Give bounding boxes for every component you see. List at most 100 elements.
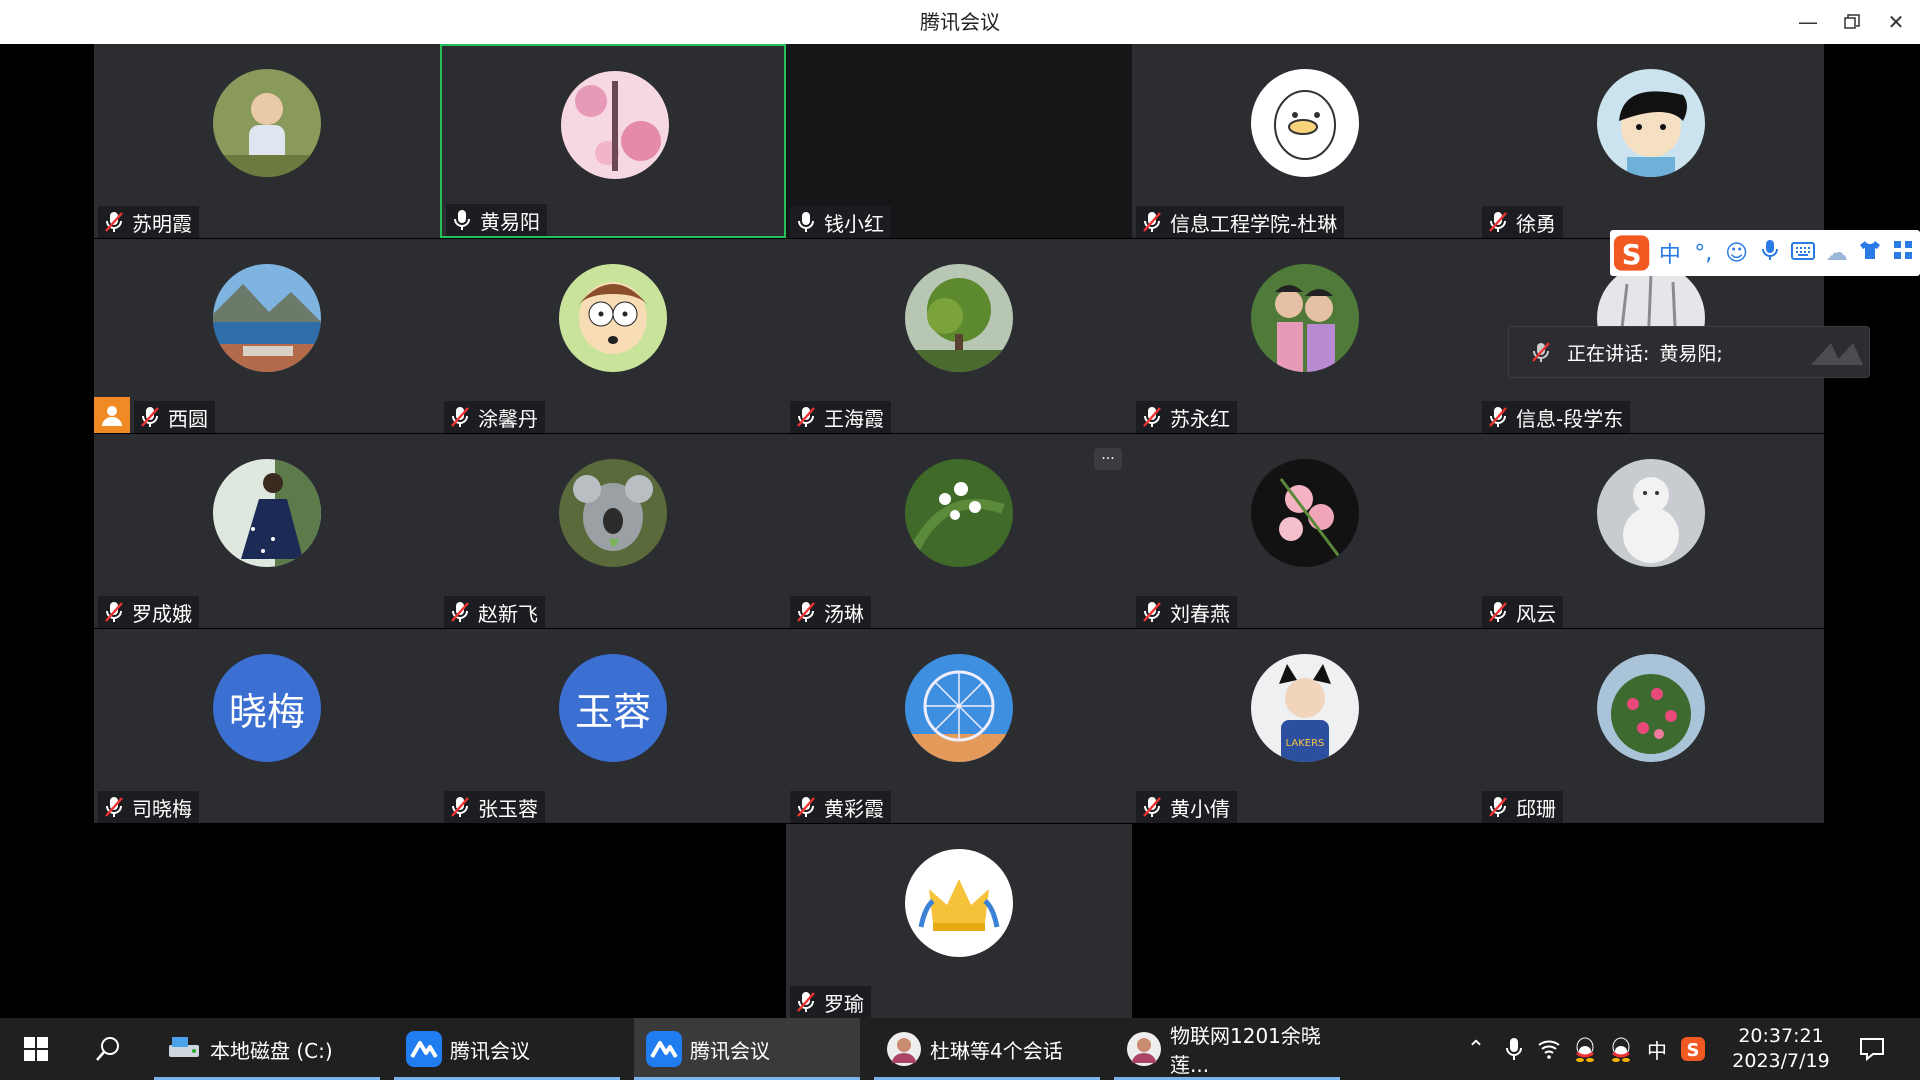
participant-tile[interactable]: 晓梅司晓梅 — [94, 629, 440, 823]
ime-punct[interactable]: °, — [1687, 241, 1720, 266]
ime-mode[interactable]: 中 — [1653, 237, 1686, 269]
windows-logo-icon — [24, 1037, 48, 1061]
taskbar-app[interactable]: 腾讯会议 — [394, 1018, 620, 1080]
ime-toolbar[interactable]: S 中 °, ☺ ☁ — [1610, 230, 1920, 276]
qq-icon[interactable] — [1570, 1018, 1600, 1080]
taskbar: 本地磁盘 (C:) 腾讯会议 腾讯会议 杜琳等4个会话 物联网1201余晓莲... ⌃ … — [0, 1018, 1920, 1080]
mic-muted-icon — [1486, 600, 1516, 624]
keyboard-icon[interactable] — [1787, 241, 1820, 266]
participant-name: 司晓梅 — [132, 796, 192, 821]
participant-tile[interactable]: 苏永红 — [1132, 239, 1478, 433]
mic-muted-icon — [1140, 405, 1170, 429]
taskbar-app[interactable]: 物联网1201余晓莲... — [1114, 1018, 1340, 1080]
voice-input-icon[interactable] — [1753, 238, 1786, 268]
start-button[interactable] — [14, 1018, 58, 1080]
participant-tile[interactable]: 风云 — [1478, 434, 1824, 628]
collapse-icon[interactable] — [1809, 337, 1865, 367]
svg-text:S: S — [1622, 240, 1642, 271]
clock-date: 2023/7/19 — [1732, 1050, 1830, 1072]
name-tag: 汤琳 — [790, 596, 871, 628]
name-tag: 黄小倩 — [1136, 791, 1237, 823]
name-tag: 信息-段学东 — [1482, 401, 1631, 433]
drive-icon — [166, 1031, 210, 1067]
name-tag: 黄彩霞 — [790, 791, 891, 823]
video-grid: 苏明霞 黄易阳 钱小红 信息工程学院-杜琳 徐勇西圆 涂馨丹 王海霞 苏永红 信息-段学东罗成娥… — [0, 44, 1920, 1018]
participant-name: 西圆 — [168, 406, 208, 431]
minimize-button[interactable]: — — [1786, 0, 1830, 44]
notification-button[interactable] — [1850, 1018, 1894, 1080]
name-tag: 王海霞 — [790, 401, 891, 433]
name-tag: 苏明霞 — [98, 206, 199, 238]
photo-snowman-icon — [1597, 459, 1705, 567]
participant-name: 刘春燕 — [1170, 601, 1230, 626]
sogou-tray-icon[interactable]: S — [1678, 1018, 1708, 1080]
participant-name: 黄易阳 — [480, 209, 540, 234]
name-tag: 涂馨丹 — [444, 401, 545, 433]
tray-mic-icon[interactable] — [1500, 1018, 1528, 1080]
restore-button[interactable] — [1830, 0, 1874, 44]
photo-flowers-girl-icon — [561, 71, 669, 179]
search-icon — [96, 1037, 119, 1061]
show-hidden-icons-button[interactable]: ⌃ — [1464, 1018, 1488, 1080]
mic-muted-icon — [448, 405, 478, 429]
mic-muted-icon — [794, 795, 824, 819]
participant-tile[interactable]: 苏明霞 — [94, 44, 440, 238]
participant-tile[interactable]: 黄彩霞 — [786, 629, 1132, 823]
taskbar-app[interactable]: 本地磁盘 (C:) — [154, 1018, 380, 1080]
search-button[interactable] — [86, 1018, 130, 1080]
name-tag: 信息工程学院-杜琳 — [1136, 206, 1345, 238]
participant-name: 张玉蓉 — [478, 796, 538, 821]
participant-tile[interactable]: 罗成娥 — [94, 434, 440, 628]
name-tag: 风云 — [1482, 596, 1563, 628]
name-tag: 钱小红 — [790, 206, 891, 238]
skin-icon[interactable] — [1853, 240, 1886, 266]
photo-lake-town-icon — [213, 264, 321, 372]
close-button[interactable]: ✕ — [1874, 0, 1918, 44]
participant-tile[interactable]: 玉蓉 张玉蓉 — [440, 629, 786, 823]
window-title: 腾讯会议 — [920, 10, 1000, 34]
photo-white-flowers-icon — [905, 459, 1013, 567]
participant-tile[interactable]: 钱小红 — [786, 44, 1132, 238]
taskbar-app-label: 物联网1201余晓莲... — [1170, 1024, 1321, 1077]
taskbar-app-label: 腾讯会议 — [690, 1038, 770, 1063]
network-icon[interactable] — [1534, 1018, 1564, 1080]
grid-menu-icon[interactable] — [1887, 240, 1920, 266]
name-tag: 罗瑜 — [790, 986, 871, 1018]
participant-name: 罗瑜 — [824, 991, 864, 1016]
avatar: 晓梅 — [213, 654, 321, 762]
cartoon-boy-icon — [1597, 69, 1705, 177]
qq-icon-2[interactable] — [1606, 1018, 1636, 1080]
mic-muted-icon — [448, 795, 478, 819]
participant-tile[interactable]: 邱珊 — [1478, 629, 1824, 823]
photo-woman-dress-icon — [213, 459, 321, 567]
taskbar-app[interactable]: 杜琳等4个会话 — [874, 1018, 1100, 1080]
participant-tile[interactable]: 西圆 — [94, 239, 440, 433]
mic-muted-icon — [1140, 210, 1170, 234]
clock[interactable]: 20:37:21 2023/7/19 — [1708, 1018, 1854, 1080]
participant-tile[interactable]: 黄易阳 — [440, 44, 786, 238]
mic-muted-icon — [1532, 342, 1550, 362]
toolbox-icon[interactable]: ☁ — [1820, 241, 1853, 266]
participant-tile[interactable]: 徐勇 — [1478, 44, 1824, 238]
participant-tile[interactable]: 王海霞 — [786, 239, 1132, 433]
photo-two-people-icon — [1251, 264, 1359, 372]
photo-koala-icon — [559, 459, 667, 567]
emoji-icon[interactable]: ☺ — [1720, 241, 1753, 266]
mic-muted-icon — [102, 600, 132, 624]
participant-tile[interactable]: LAKERS 黄小倩 — [1132, 629, 1478, 823]
participant-tile[interactable]: 汤琳 ··· — [786, 434, 1132, 628]
chat-avatar-icon — [1126, 1031, 1170, 1067]
taskbar-app[interactable]: 腾讯会议 — [634, 1018, 860, 1080]
input-language[interactable]: 中 — [1642, 1018, 1672, 1080]
sogou-logo-icon[interactable]: S — [1610, 231, 1653, 275]
mic-on-icon — [450, 208, 480, 232]
participant-tile[interactable]: 罗瑜 — [786, 824, 1132, 1018]
participant-tile[interactable]: 信息工程学院-杜琳 — [1132, 44, 1478, 238]
participant-tile[interactable]: 刘春燕 — [1132, 434, 1478, 628]
participant-tile[interactable]: 赵新飞 — [440, 434, 786, 628]
more-options-button[interactable]: ··· — [1094, 448, 1122, 470]
mic-muted-icon — [448, 600, 478, 624]
photo-orchid-icon — [1251, 459, 1359, 567]
participant-tile[interactable]: 涂馨丹 — [440, 239, 786, 433]
photo-ferris-wheel-icon — [905, 654, 1013, 762]
